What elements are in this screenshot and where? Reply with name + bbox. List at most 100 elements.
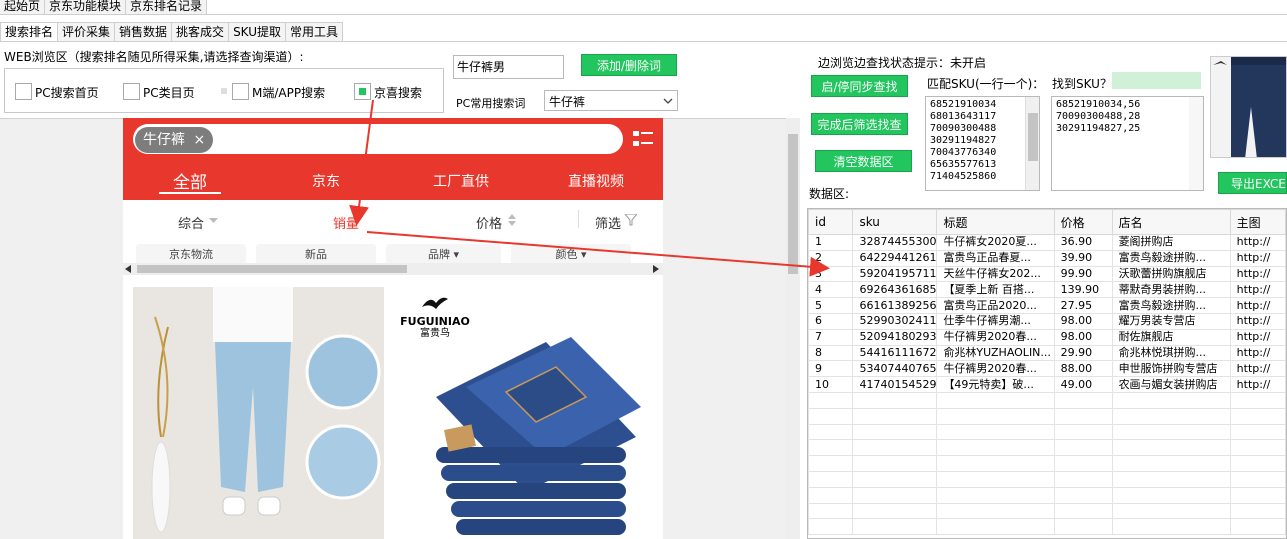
column-header-shop[interactable]: 店名 (1111, 209, 1231, 235)
match-sku-line: 70090300488 (930, 123, 997, 134)
table-cell: 蒂默奇男装拼购... (1111, 281, 1231, 299)
table-cell: 农画与媚女装拼购店 (1111, 376, 1231, 393)
column-header-title[interactable]: 标题 (936, 209, 1055, 235)
table-row[interactable] (808, 423, 1286, 441)
column-header-price[interactable]: 价格 (1053, 209, 1113, 235)
table-row[interactable] (808, 439, 1286, 457)
common-search-select[interactable]: 牛仔裤 (544, 90, 678, 111)
table-row[interactable]: 5 66161389256 富贵鸟正品2020... 27.95 富贵鸟毅途拼购... h… (808, 297, 1286, 314)
horizontal-scrollbar[interactable] (123, 263, 663, 275)
channel-pc-category-checkbox[interactable] (123, 83, 140, 100)
table-cell (852, 502, 938, 520)
tab-search-rank[interactable]: 搜索排名 (0, 22, 59, 41)
table-cell: 菱阁拼购店 (1111, 234, 1231, 251)
filter-after-complete-button[interactable]: 完成后筛选找查 (811, 113, 908, 135)
table-cell (1053, 518, 1113, 536)
table-cell (1111, 455, 1231, 472)
found-sku-textarea[interactable]: 68521910034,56 70090300488,28 3029119482… (1051, 96, 1204, 191)
clear-data-button[interactable]: 清空数据区 (815, 150, 912, 172)
tab-sku-extract[interactable]: SKU提取 (228, 22, 287, 41)
match-sku-scrollbar[interactable] (1025, 97, 1039, 190)
table-cell: 富贵鸟毅途拼购... (1111, 297, 1231, 314)
table-cell: 59204195711 (852, 265, 938, 283)
sort-sales[interactable]: 销量 (333, 213, 359, 232)
scroll-right-icon[interactable] (653, 265, 659, 273)
channel-jingxi-checkbox[interactable] (354, 83, 371, 100)
tab-common-tools[interactable]: 常用工具 (285, 22, 344, 41)
horizontal-scrollbar-thumb[interactable] (137, 265, 407, 273)
table-cell: 仕季牛仔裤男潮... (936, 312, 1055, 330)
scroll-left-icon[interactable] (125, 265, 131, 273)
table-row[interactable] (808, 518, 1286, 536)
table-cell (808, 455, 854, 472)
table-row[interactable] (808, 502, 1286, 520)
vertical-scrollbar-thumb[interactable] (788, 134, 798, 274)
top-tab-jd-modules[interactable]: 京东功能模块 (45, 0, 127, 14)
grid-menu-icon[interactable] (633, 130, 653, 148)
channel-mobile-checkbox[interactable] (232, 83, 249, 100)
table-row[interactable]: 8 54416111672 俞兆林YUZHAOLIN... 29.90 俞兆林悦琪拼购.… (808, 344, 1286, 362)
table-cell: 66161389256 (852, 297, 938, 314)
table-cell: 52094180293 (852, 328, 938, 346)
vertical-scrollbar[interactable] (786, 118, 800, 539)
table-cell: 9 (808, 360, 854, 378)
tab-sales-data[interactable]: 销售数据 (114, 22, 173, 41)
table-row[interactable] (808, 407, 1286, 425)
table-cell: http:// (1229, 297, 1286, 314)
nav-tab-jd[interactable]: 京东 (312, 171, 340, 191)
column-header-sku[interactable]: sku (852, 209, 938, 235)
column-header-main-image[interactable]: 主图 (1229, 209, 1286, 235)
table-cell (852, 407, 938, 425)
chevron-down-icon (663, 98, 673, 104)
chip-close-icon[interactable]: × (193, 132, 205, 148)
add-delete-word-button[interactable]: 添加/删除词 (581, 54, 677, 76)
sort-filter[interactable]: 筛选 (595, 213, 621, 232)
table-row[interactable]: 6 52990302411 仕季牛仔裤男潮... 98.00 耀万男装专营店 http:/… (808, 312, 1286, 330)
table-row[interactable]: 7 52094180293 牛仔裤男2020春... 98.00 耐佐旗舰店 http:/… (808, 328, 1286, 346)
checked-mark-icon (359, 88, 366, 95)
top-tab-jd-rank-record[interactable]: 京东排名记录 (126, 0, 208, 14)
top-tab-start[interactable]: 起始页 (0, 0, 46, 14)
keyword-input[interactable]: 牛仔裤男 (453, 55, 564, 79)
table-row[interactable]: 10 41740154529 【49元特卖】破... 49.00 农画与媚女装拼购店 ht… (808, 376, 1286, 393)
sub-divider (0, 41, 1287, 42)
export-excel-button[interactable]: 导出EXCEL (1218, 172, 1287, 194)
table-row[interactable]: 4 69264361685 【夏季上新 百搭... 139.90 蒂默奇男装拼购... h… (808, 281, 1286, 299)
table-row[interactable] (808, 391, 1286, 409)
table-cell (808, 502, 854, 520)
table-cell (808, 407, 854, 425)
web-area-label: WEB浏览区（搜索排名随见所得采集,请选择查询渠道）: (4, 50, 304, 64)
web-view[interactable]: 牛仔裤 × 全部 京东 工厂直供 直播视频 综合 销量 价格 筛选 京东物流 新… (123, 118, 663, 539)
table-row[interactable] (808, 455, 1286, 472)
table-cell: 52990302411 (852, 312, 938, 330)
table-cell (1229, 439, 1286, 457)
table-row[interactable]: 1 32874455300 牛仔裤女2020夏... 36.90 菱阁拼购店 http:/… (808, 234, 1286, 251)
sync-search-toggle-button[interactable]: 启/停同步查找 (811, 75, 908, 97)
tab-review-collect[interactable]: 评价采集 (57, 22, 116, 41)
table-cell: 98.00 (1053, 328, 1113, 346)
found-sku-scrollbar[interactable] (1189, 97, 1203, 190)
nav-tab-live-video[interactable]: 直播视频 (568, 171, 624, 191)
table-cell: http:// (1229, 360, 1286, 378)
search-chip[interactable]: 牛仔裤 × (135, 127, 214, 153)
table-row[interactable]: 9 53407440765 牛仔裤男2020春... 88.00 申世服饰拼购专营店 ht… (808, 360, 1286, 378)
table-row[interactable] (808, 470, 1286, 488)
table-row[interactable] (808, 486, 1286, 504)
table-cell: http:// (1229, 328, 1286, 346)
column-header-id[interactable]: id (808, 209, 854, 235)
product-image-2[interactable]: FUGUINIAO 富贵鸟 (396, 287, 650, 539)
sort-comprehensive[interactable]: 综合 (178, 213, 204, 232)
table-row[interactable]: 3 59204195711 天丝牛仔裤女202... 99.90 沃歌蕾拼购旗舰店 htt… (808, 265, 1286, 283)
sort-price[interactable]: 价格 (476, 213, 502, 232)
table-cell (1111, 407, 1231, 425)
nav-tab-all[interactable]: 全部 (173, 168, 207, 193)
match-sku-scrollbar-thumb[interactable] (1028, 113, 1038, 161)
nav-tab-factory[interactable]: 工厂直供 (433, 171, 489, 191)
match-sku-textarea[interactable]: 68521910034 68013643117 70090300488 3029… (925, 96, 1040, 191)
tab-deals[interactable]: 挑客成交 (171, 22, 230, 41)
data-grid[interactable]: id sku 标题 价格 店名 主图 1 32874455300 牛仔裤女2020夏… (807, 208, 1287, 539)
channel-pc-search-checkbox[interactable] (15, 83, 32, 100)
product-image-1[interactable] (133, 287, 384, 539)
table-cell (1229, 502, 1286, 520)
table-row[interactable]: 2 64229441261 富贵鸟正品春夏... 39.90 富贵鸟毅途拼购... htt… (808, 249, 1286, 267)
